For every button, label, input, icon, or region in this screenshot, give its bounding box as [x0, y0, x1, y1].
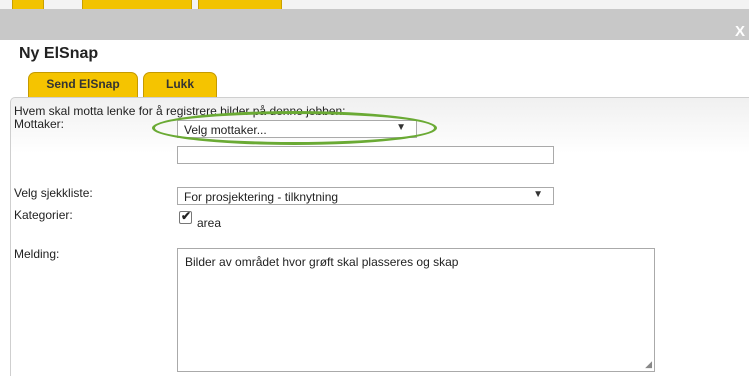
resize-grip-icon[interactable]: ◢: [645, 359, 652, 370]
recipient-select[interactable]: Velg mottaker... ▼: [177, 120, 417, 138]
background-tab: [82, 0, 192, 9]
checklist-select-value: For prosjektering - tilknytning: [184, 190, 339, 204]
dialog-title: Ny ElSnap: [19, 45, 99, 62]
recipient-select-value: Velg mottaker...: [184, 123, 267, 137]
category-area-label: area: [197, 216, 222, 230]
dialog-titlebar: X: [0, 9, 749, 40]
recipient-label: Mottaker:: [14, 117, 65, 131]
checklist-label: Velg sjekkliste:: [14, 186, 93, 200]
categories-label: Kategorier:: [14, 208, 73, 222]
background-tab: [198, 0, 282, 9]
checklist-select[interactable]: For prosjektering - tilknytning ▼: [177, 187, 554, 205]
close-icon[interactable]: X: [735, 23, 745, 40]
send-elsnap-button[interactable]: Send ElSnap: [28, 72, 138, 98]
close-button[interactable]: Lukk: [143, 72, 217, 98]
category-area-checkbox[interactable]: ✔: [179, 209, 192, 224]
background-tab: [12, 0, 44, 9]
checkmark-icon: ✔: [181, 209, 192, 223]
chevron-down-icon: ▼: [396, 122, 406, 133]
message-label: Melding:: [14, 247, 60, 261]
chevron-down-icon: ▼: [533, 189, 543, 200]
intro-text: Hvem skal motta lenke for å registrere b…: [14, 104, 346, 118]
message-textarea[interactable]: Bilder av området hvor grøft skal plasse…: [177, 248, 655, 372]
recipient-text-input[interactable]: [177, 146, 554, 164]
message-text: Bilder av området hvor grøft skal plasse…: [185, 255, 459, 269]
